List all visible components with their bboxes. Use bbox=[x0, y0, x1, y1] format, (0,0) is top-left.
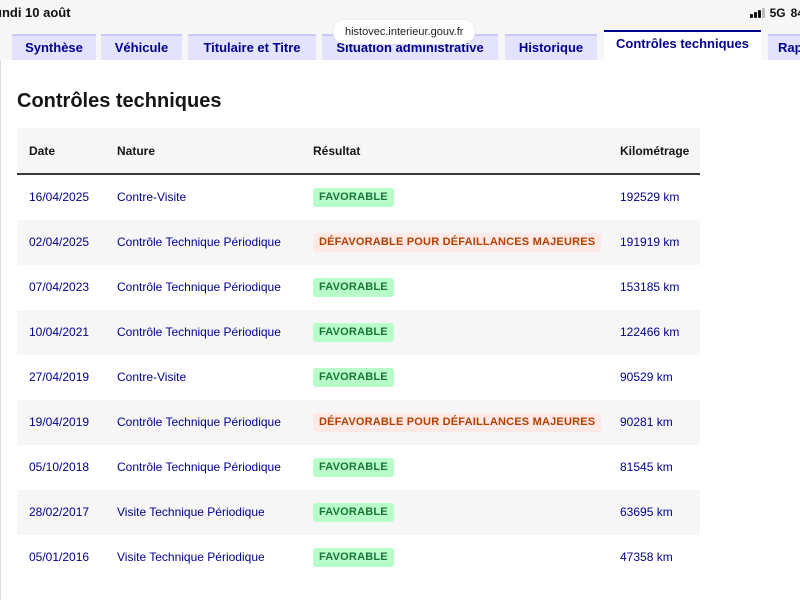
table-row: 16/04/2025 Contre-Visite FAVORABLE 19252… bbox=[17, 175, 700, 220]
table-row: 05/01/2016 Visite Technique Périodique F… bbox=[17, 535, 700, 580]
row-nature: Contrôle Technique Périodique bbox=[117, 280, 281, 294]
result-badge: FAVORABLE bbox=[313, 323, 394, 342]
controles-table: Date Nature Résultat Kilométrage 16/04/2… bbox=[17, 128, 700, 580]
row-date: 02/04/2025 bbox=[29, 235, 90, 249]
table-row: 28/02/2017 Visite Technique Périodique F… bbox=[17, 490, 700, 535]
result-badge: FAVORABLE bbox=[313, 548, 394, 567]
row-km: 63695 km bbox=[620, 505, 673, 519]
status-time: undi 10 août bbox=[0, 5, 71, 20]
result-badge: DÉFAVORABLE POUR DÉFAILLANCES MAJEURES bbox=[313, 413, 602, 432]
row-nature: Contrôle Technique Périodique bbox=[117, 325, 281, 339]
tab-rapport[interactable]: Rap bbox=[768, 34, 800, 60]
row-nature: Contre-Visite bbox=[117, 370, 187, 384]
row-km: 90281 km bbox=[620, 415, 673, 429]
battery-label: 84 bbox=[790, 6, 800, 20]
network-label: 5G bbox=[769, 6, 786, 20]
row-km: 191919 km bbox=[620, 235, 680, 249]
signal-icon bbox=[749, 8, 765, 18]
result-badge: FAVORABLE bbox=[313, 458, 394, 477]
row-date: 10/04/2021 bbox=[29, 325, 90, 339]
row-km: 90529 km bbox=[620, 370, 673, 384]
address-bar[interactable]: histovec.interieur.gouv.fr bbox=[333, 20, 476, 44]
row-nature: Visite Technique Périodique bbox=[117, 505, 265, 519]
row-nature: Contre-Visite bbox=[117, 190, 187, 204]
row-nature: Contrôle Technique Périodique bbox=[117, 415, 281, 429]
row-km: 192529 km bbox=[620, 190, 680, 204]
row-date: 28/02/2017 bbox=[29, 505, 90, 519]
row-km: 47358 km bbox=[620, 550, 673, 564]
row-nature: Visite Technique Périodique bbox=[117, 550, 265, 564]
table-header: Date Nature Résultat Kilométrage bbox=[17, 128, 700, 175]
result-badge: FAVORABLE bbox=[313, 188, 394, 207]
table-row: 07/04/2023 Contrôle Technique Périodique… bbox=[17, 265, 700, 310]
row-date: 05/10/2018 bbox=[29, 460, 90, 474]
row-date: 05/01/2016 bbox=[29, 550, 90, 564]
tab-historique[interactable]: Historique bbox=[505, 34, 597, 60]
page-title: Contrôles techniques bbox=[17, 90, 222, 112]
tab-titulaire[interactable]: Titulaire et Titre bbox=[188, 34, 316, 60]
table-row: 02/04/2025 Contrôle Technique Périodique… bbox=[17, 220, 700, 265]
header-result: Résultat bbox=[313, 144, 361, 158]
table-row: 19/04/2019 Contrôle Technique Périodique… bbox=[17, 400, 700, 445]
row-date: 16/04/2025 bbox=[29, 190, 90, 204]
row-nature: Contrôle Technique Périodique bbox=[117, 460, 281, 474]
row-km: 153185 km bbox=[620, 280, 680, 294]
table-row: 10/04/2021 Contrôle Technique Périodique… bbox=[17, 310, 700, 355]
row-date: 27/04/2019 bbox=[29, 370, 90, 384]
header-km: Kilométrage bbox=[620, 144, 690, 158]
result-badge: FAVORABLE bbox=[313, 368, 394, 387]
row-date: 19/04/2019 bbox=[29, 415, 90, 429]
table-row: 27/04/2019 Contre-Visite FAVORABLE 90529… bbox=[17, 355, 700, 400]
content-panel: Contrôles techniques Date Nature Résulta… bbox=[0, 60, 800, 600]
row-km: 81545 km bbox=[620, 460, 673, 474]
tab-controles-techniques[interactable]: Contrôles techniques bbox=[604, 30, 761, 60]
tab-synthese[interactable]: Synthèse bbox=[12, 34, 96, 60]
result-badge: FAVORABLE bbox=[313, 278, 394, 297]
row-nature: Contrôle Technique Périodique bbox=[117, 235, 281, 249]
row-km: 122466 km bbox=[620, 325, 680, 339]
result-badge: FAVORABLE bbox=[313, 503, 394, 522]
row-date: 07/04/2023 bbox=[29, 280, 90, 294]
tab-vehicule[interactable]: Véhicule bbox=[101, 34, 182, 60]
header-date: Date bbox=[29, 144, 56, 158]
result-badge: DÉFAVORABLE POUR DÉFAILLANCES MAJEURES bbox=[313, 233, 602, 252]
header-nature: Nature bbox=[117, 144, 156, 158]
status-indicators: 5G 84 bbox=[749, 6, 800, 20]
table-row: 05/10/2018 Contrôle Technique Périodique… bbox=[17, 445, 700, 490]
